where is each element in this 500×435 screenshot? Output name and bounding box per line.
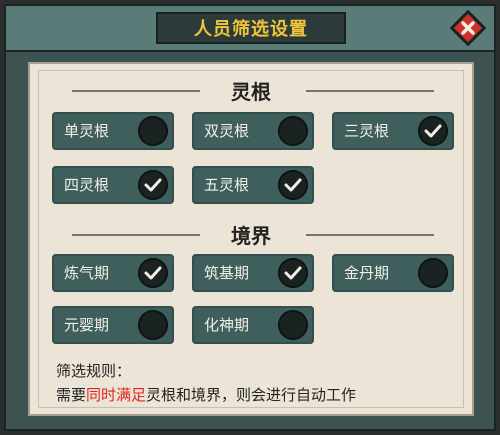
checkbox-unchecked-icon[interactable] bbox=[138, 116, 168, 146]
chip-label: 双灵根 bbox=[204, 122, 250, 140]
spirit-root-heading: 灵根 bbox=[231, 80, 271, 104]
checkbox-unchecked-icon[interactable] bbox=[278, 116, 308, 146]
chip-label: 四灵根 bbox=[64, 176, 110, 194]
rules-description: 需要同时满足灵根和境界，则会进行自动工作 bbox=[56, 384, 356, 405]
title-bar: 人员筛选设置 bbox=[6, 6, 494, 52]
checkbox-checked-icon[interactable] bbox=[278, 258, 308, 288]
close-button[interactable] bbox=[449, 9, 487, 47]
chip-label: 五灵根 bbox=[204, 176, 250, 194]
rules-highlight: 同时满足 bbox=[86, 386, 147, 404]
filter-chip-qi-refining[interactable]: 炼气期 bbox=[52, 254, 174, 292]
checkbox-checked-icon[interactable] bbox=[418, 116, 448, 146]
filter-chip-foundation[interactable]: 筑基期 bbox=[192, 254, 314, 292]
checkbox-checked-icon[interactable] bbox=[278, 170, 308, 200]
checkbox-checked-icon[interactable] bbox=[138, 170, 168, 200]
rules-prefix: 需要 bbox=[56, 386, 87, 404]
filter-chip-nascent-soul[interactable]: 元婴期 bbox=[52, 306, 174, 344]
realm-heading: 境界 bbox=[231, 224, 271, 248]
checkbox-unchecked-icon[interactable] bbox=[138, 310, 168, 340]
filter-chip-golden-core[interactable]: 金丹期 bbox=[332, 254, 454, 292]
filter-chip-triple-root[interactable]: 三灵根 bbox=[332, 112, 454, 150]
filter-chip-double-root[interactable]: 双灵根 bbox=[192, 112, 314, 150]
filter-chip-single-root[interactable]: 单灵根 bbox=[52, 112, 174, 150]
chip-label: 三灵根 bbox=[344, 122, 390, 140]
close-x-icon bbox=[449, 9, 487, 47]
chip-label: 金丹期 bbox=[344, 264, 390, 282]
chip-label: 化神期 bbox=[204, 316, 250, 334]
filter-settings-dialog: 人员筛选设置 灵根 单灵根 双灵根 三灵根 四灵根 五灵根 境界 炼气期 筑基期… bbox=[4, 4, 496, 431]
filter-chip-deity-transform[interactable]: 化神期 bbox=[192, 306, 314, 344]
title-plate: 人员筛选设置 bbox=[156, 12, 346, 44]
chip-label: 筑基期 bbox=[204, 264, 250, 282]
rules-title: 筛选规则： bbox=[56, 362, 132, 380]
chip-label: 元婴期 bbox=[64, 316, 110, 334]
checkbox-unchecked-icon[interactable] bbox=[418, 258, 448, 288]
filter-chip-penta-root[interactable]: 五灵根 bbox=[192, 166, 314, 204]
dialog-title: 人员筛选设置 bbox=[194, 19, 308, 40]
checkbox-checked-icon[interactable] bbox=[138, 258, 168, 288]
rules-suffix: 灵根和境界，则会进行自动工作 bbox=[146, 386, 357, 404]
filter-chip-quad-root[interactable]: 四灵根 bbox=[52, 166, 174, 204]
checkbox-unchecked-icon[interactable] bbox=[278, 310, 308, 340]
chip-label: 炼气期 bbox=[64, 264, 110, 282]
chip-label: 单灵根 bbox=[64, 122, 110, 140]
content-panel: 灵根 单灵根 双灵根 三灵根 四灵根 五灵根 境界 炼气期 筑基期 金丹期 元婴… bbox=[28, 62, 474, 416]
